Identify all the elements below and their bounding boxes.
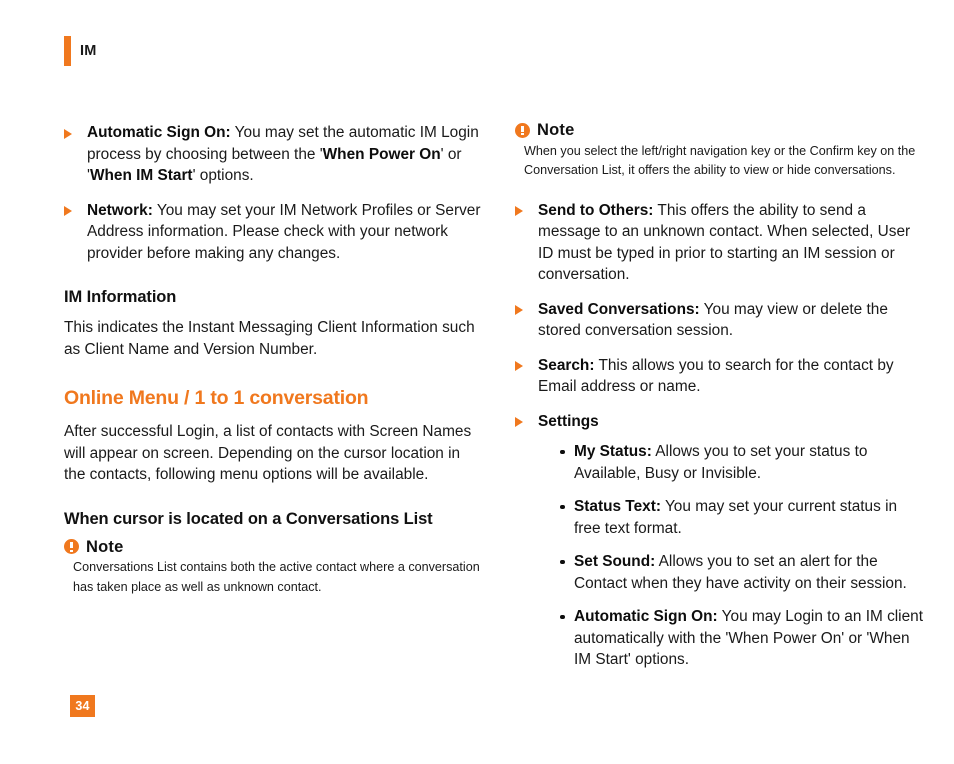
note-header: Note	[64, 537, 483, 556]
page-number-badge: 34	[70, 695, 95, 717]
list-item-label: Automatic Sign On:	[574, 608, 718, 625]
list-item: Network: You may set your IM Network Pro…	[64, 200, 483, 265]
triangle-bullet-icon	[64, 128, 72, 139]
page-columns: Automatic Sign On: You may set the autom…	[0, 122, 954, 671]
dot-bullet-icon	[560, 614, 565, 619]
list-item: Saved Conversations: You may view or del…	[515, 299, 924, 342]
online-menu-body: After successful Login, a list of contac…	[64, 423, 472, 483]
list-item-text-3: ' options.	[192, 167, 254, 184]
list-item: Search: This allows you to search for th…	[515, 355, 924, 398]
list-item-emphasis-1: When Power On	[322, 145, 441, 163]
list-item: Set Sound: Allows you to set an alert fo…	[560, 551, 924, 594]
list-item-label: Automatic Sign On:	[87, 124, 231, 141]
list-item: Send to Others: This offers the ability …	[515, 200, 924, 286]
note-exclamation-icon	[515, 122, 530, 138]
list-item-label: Set Sound:	[574, 553, 656, 570]
list-item: Automatic Sign On: You may set the autom…	[64, 122, 483, 187]
settings-label: Settings	[538, 412, 599, 430]
note-exclamation-icon	[64, 539, 79, 555]
page-title: IM	[80, 42, 97, 59]
triangle-bullet-icon	[515, 206, 523, 216]
list-item-settings: Settings My Status: Allows you to set yo…	[515, 411, 924, 671]
note-header: Note	[515, 122, 924, 139]
list-item-label: Saved Conversations:	[538, 300, 700, 318]
note-title: Note	[537, 121, 575, 139]
left-bullet-list: Automatic Sign On: You may set the autom…	[64, 122, 483, 264]
note-title: Note	[86, 537, 124, 556]
orange-bar-icon	[64, 36, 71, 66]
note-body: Conversations List contains both the act…	[73, 560, 480, 594]
list-item-emphasis-2: When IM Start	[89, 167, 193, 184]
im-information-body: This indicates the Instant Messaging Cli…	[64, 319, 475, 358]
dot-bullet-icon	[560, 449, 565, 454]
right-bullet-list: Send to Others: This offers the ability …	[515, 200, 924, 671]
triangle-bullet-icon	[515, 417, 523, 427]
list-item-label: My Status:	[574, 443, 652, 460]
note-body: When you select the left/right navigatio…	[524, 143, 916, 178]
note-block-left: Note Conversations List contains both th…	[64, 537, 483, 598]
note-block-right: Note When you select the left/right navi…	[515, 122, 924, 181]
list-item: Status Text: You may set your current st…	[560, 496, 924, 539]
list-item-label: Send to Others:	[538, 201, 654, 219]
triangle-bullet-icon	[515, 361, 523, 371]
im-information-heading: IM Information	[64, 288, 177, 306]
list-item: Automatic Sign On: You may Login to an I…	[560, 606, 924, 671]
right-column: Note When you select the left/right navi…	[515, 122, 954, 671]
triangle-bullet-icon	[64, 206, 72, 216]
running-head: IM	[64, 36, 97, 66]
list-item: My Status: Allows you to set your status…	[560, 441, 924, 484]
left-column: Automatic Sign On: You may set the autom…	[0, 122, 515, 597]
cursor-conversations-heading: When cursor is located on a Conversation…	[64, 509, 433, 528]
settings-sub-list: My Status: Allows you to set your status…	[538, 441, 924, 671]
dot-bullet-icon	[560, 559, 565, 564]
list-item-label: Network:	[87, 201, 153, 219]
online-menu-heading: Online Menu / 1 to 1 conversation	[64, 387, 369, 409]
triangle-bullet-icon	[515, 305, 523, 315]
dot-bullet-icon	[560, 504, 565, 509]
list-item-label: Status Text:	[574, 498, 661, 515]
list-item-label: Search:	[538, 356, 595, 374]
